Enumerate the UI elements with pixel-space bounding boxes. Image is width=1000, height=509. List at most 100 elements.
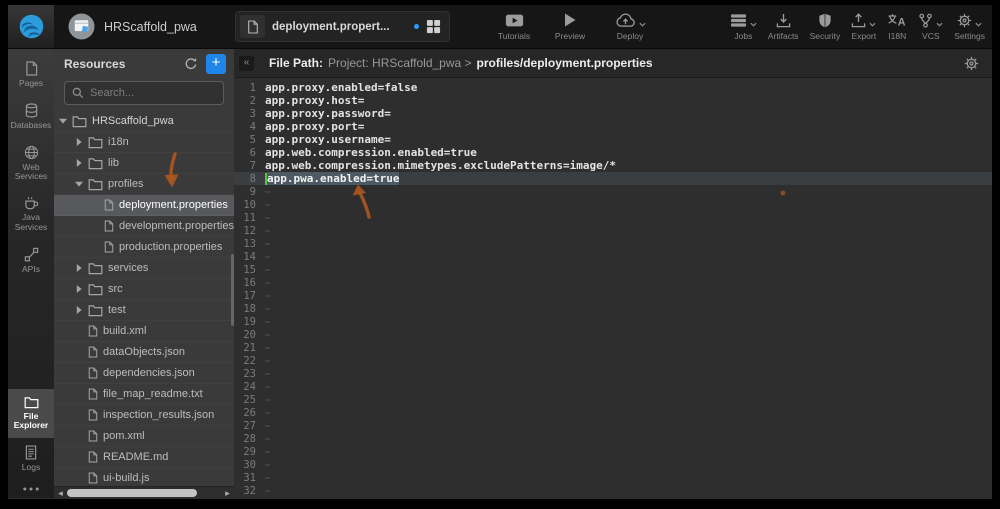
- code-line-14[interactable]: 14: [234, 250, 992, 263]
- code-line-10[interactable]: 10: [234, 198, 992, 211]
- tree-item-readme-md[interactable]: README.md: [54, 447, 234, 468]
- code-line-25[interactable]: 25: [234, 393, 992, 406]
- code-line-27[interactable]: 27: [234, 419, 992, 432]
- tree-item-src[interactable]: src: [54, 279, 234, 300]
- i18n-button[interactable]: AI18N: [887, 12, 907, 41]
- tree-item-label: HRScaffold_pwa: [92, 115, 174, 127]
- caret-right-icon[interactable]: [74, 159, 83, 167]
- tab-deployment-properties[interactable]: deployment.propert...: [235, 11, 450, 42]
- code-line-15[interactable]: 15: [234, 263, 992, 276]
- tree-item-i18n[interactable]: i18n: [54, 132, 234, 153]
- settings-button[interactable]: Settings: [954, 12, 985, 41]
- code-editor[interactable]: 1app.proxy.enabled=false2app.proxy.host=…: [234, 78, 992, 498]
- caret-down-icon[interactable]: [58, 118, 67, 124]
- tree-item-test[interactable]: test: [54, 300, 234, 321]
- scroll-left-icon[interactable]: ◂: [54, 487, 67, 499]
- code-line-22[interactable]: 22: [234, 354, 992, 367]
- line-number: 18: [234, 303, 265, 315]
- tree-item-lib[interactable]: lib: [54, 153, 234, 174]
- tree-item-inspection-results-json[interactable]: inspection_results.json: [54, 405, 234, 426]
- code-line-19[interactable]: 19: [234, 315, 992, 328]
- code-line-20[interactable]: 20: [234, 328, 992, 341]
- scrollbar-thumb[interactable]: [67, 489, 197, 497]
- add-resource-button[interactable]: +: [206, 54, 226, 74]
- tree-item-label: development.properties: [119, 220, 234, 232]
- caret-down-icon[interactable]: [74, 181, 83, 187]
- tree-item-ui-build-js[interactable]: ui-build.js: [54, 468, 234, 486]
- code-line-6[interactable]: 6app.web.compression.enabled=true: [234, 146, 992, 159]
- code-line-5[interactable]: 5app.proxy.username=: [234, 133, 992, 146]
- code-line-17[interactable]: 17: [234, 289, 992, 302]
- code-line-1[interactable]: 1app.proxy.enabled=false: [234, 81, 992, 94]
- code-line-32[interactable]: 32: [234, 484, 992, 497]
- search-input[interactable]: [90, 87, 216, 99]
- code-line-21[interactable]: 21: [234, 341, 992, 354]
- code-line-8[interactable]: 8app.pwa.enabled=true: [234, 172, 992, 185]
- editor-settings-gear-icon[interactable]: [964, 56, 979, 71]
- code-line-7[interactable]: 7app.web.compression.mimetypes.excludePa…: [234, 159, 992, 172]
- caret-right-icon[interactable]: [74, 285, 83, 293]
- code-line-11[interactable]: 11: [234, 211, 992, 224]
- vcs-button[interactable]: VCS: [918, 12, 943, 41]
- caret-right-icon[interactable]: [74, 264, 83, 272]
- code-line-28[interactable]: 28: [234, 432, 992, 445]
- scroll-right-icon[interactable]: ▸: [221, 487, 234, 499]
- collapse-panel-button[interactable]: «: [239, 56, 254, 71]
- code-line-3[interactable]: 3app.proxy.password=: [234, 107, 992, 120]
- rail-item-apis[interactable]: APIs: [8, 240, 54, 282]
- preview-button[interactable]: Preview: [546, 12, 594, 41]
- rail-item-web-services[interactable]: Web Services: [8, 138, 54, 190]
- search-box[interactable]: [64, 81, 224, 105]
- grid-icon[interactable]: [426, 19, 441, 34]
- artifacts-button[interactable]: Artifacts: [768, 12, 799, 41]
- caret-right-icon[interactable]: [74, 306, 83, 314]
- tree-item-build-xml[interactable]: build.xml: [54, 321, 234, 342]
- code-line-31[interactable]: 31: [234, 471, 992, 484]
- artifacts-label: Artifacts: [768, 31, 799, 41]
- code-line-29[interactable]: 29: [234, 445, 992, 458]
- tree-item-dependencies-json[interactable]: dependencies.json: [54, 363, 234, 384]
- code-line-2[interactable]: 2app.proxy.host=: [234, 94, 992, 107]
- vertical-scrollbar-thumb[interactable]: [231, 254, 234, 326]
- file-icon: [88, 409, 98, 421]
- rail-item-pages[interactable]: Pages: [8, 54, 54, 96]
- code-line-30[interactable]: 30: [234, 458, 992, 471]
- refresh-icon[interactable]: [184, 57, 198, 71]
- tree-item-services[interactable]: services: [54, 258, 234, 279]
- tree-item-deployment-properties[interactable]: deployment.properties: [54, 195, 234, 216]
- tree-item-dataobjects-json[interactable]: dataObjects.json: [54, 342, 234, 363]
- tutorials-button[interactable]: Tutorials: [490, 12, 538, 41]
- project-switcher[interactable]: HRScaffold_pwa: [68, 5, 197, 48]
- tree-item-profiles[interactable]: profiles: [54, 174, 234, 195]
- rail-item-databases[interactable]: Databases: [8, 96, 54, 138]
- code-line-16[interactable]: 16: [234, 276, 992, 289]
- caret-right-icon[interactable]: [74, 138, 83, 146]
- security-button[interactable]: Security: [810, 12, 841, 41]
- tree-item-hrscaffold-pwa[interactable]: HRScaffold_pwa: [54, 111, 234, 132]
- code-line-13[interactable]: 13: [234, 237, 992, 250]
- wavemaker-logo-icon[interactable]: [8, 5, 54, 48]
- code-line-23[interactable]: 23: [234, 367, 992, 380]
- rail-item-file-explorer[interactable]: File Explorer: [8, 389, 54, 439]
- branch-icon: [918, 13, 933, 28]
- horizontal-scrollbar[interactable]: ◂ ▸: [54, 486, 234, 498]
- tree-item-production-properties[interactable]: production.properties: [54, 237, 234, 258]
- code-line-12[interactable]: 12: [234, 224, 992, 237]
- rail-item-java-services[interactable]: Java Services: [8, 189, 54, 240]
- pages-icon: [25, 61, 38, 76]
- tree-item-file-map-readme-txt[interactable]: file_map_readme.txt: [54, 384, 234, 405]
- code-line-9[interactable]: 9: [234, 185, 992, 198]
- code-line-26[interactable]: 26: [234, 406, 992, 419]
- tree-item-pom-xml[interactable]: pom.xml: [54, 426, 234, 447]
- deploy-button[interactable]: Deploy: [602, 12, 658, 41]
- export-button[interactable]: Export: [851, 12, 876, 41]
- code-line-18[interactable]: 18: [234, 302, 992, 315]
- code-line-4[interactable]: 4app.proxy.port=: [234, 120, 992, 133]
- empty-line-mark: [265, 399, 270, 401]
- rail-item-logs[interactable]: Logs: [8, 438, 54, 480]
- code-line-33[interactable]: 33: [234, 497, 992, 498]
- tree-item-development-properties[interactable]: development.properties: [54, 216, 234, 237]
- jobs-button[interactable]: Jobs: [730, 12, 757, 41]
- code-line-24[interactable]: 24: [234, 380, 992, 393]
- rail-item-more[interactable]: [8, 480, 54, 498]
